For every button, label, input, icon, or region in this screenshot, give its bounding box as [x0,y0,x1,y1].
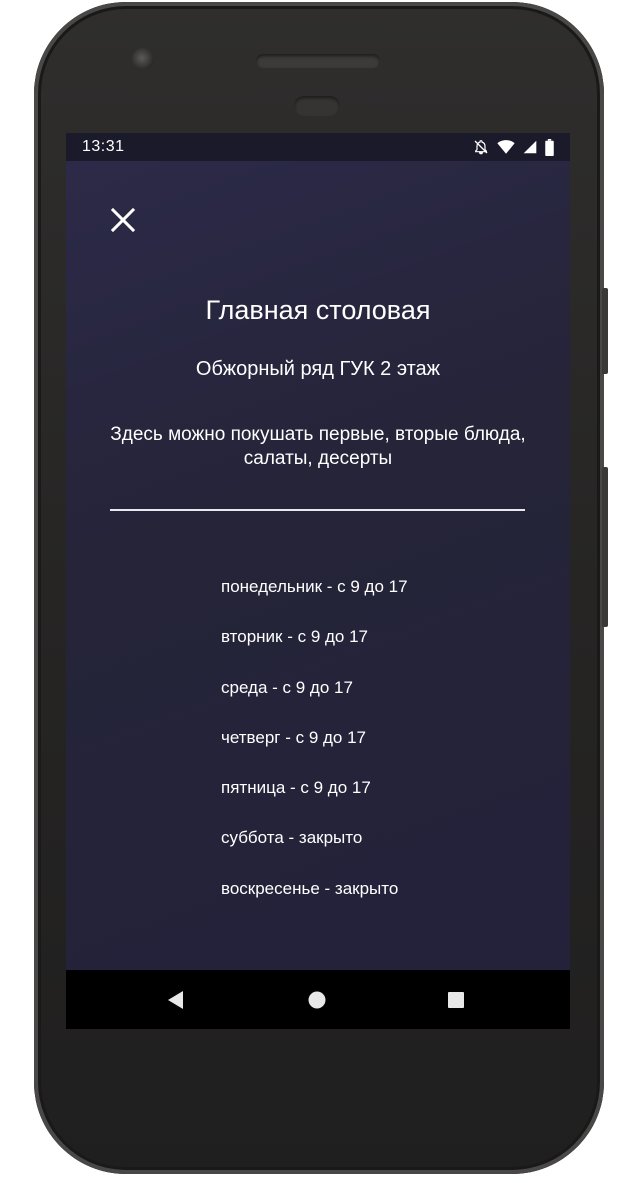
close-button[interactable] [106,203,140,237]
schedule-thursday: четверг - с 9 до 17 [221,727,366,747]
home-icon [308,991,326,1009]
screen: 13:31 Главная столовая Обжорный ряд ГУК … [66,133,570,1029]
power-button [602,288,608,374]
schedule-monday: понедельник - с 9 до 17 [221,577,408,596]
earpiece-speaker [256,54,380,68]
battery-icon [545,138,554,156]
notifications-off-icon [474,140,488,155]
cafeteria-details: Главная столовая Обжорный ряд ГУК 2 этаж… [66,161,570,970]
wifi-icon [497,140,515,154]
volume-rocker [602,467,608,627]
back-button[interactable] [164,988,188,1012]
proximity-sensor [294,96,340,116]
back-icon [168,991,183,1009]
opening-hours-list: понедельник - с 9 до 17 вторник - с 9 до… [221,575,408,927]
recents-icon [448,992,464,1008]
status-bar: 13:31 [66,133,570,161]
status-time: 13:31 [82,138,125,155]
cafeteria-location: Обжорный ряд ГУК 2 этаж [195,358,441,380]
signal-icon [523,140,537,154]
recents-button[interactable] [444,988,468,1012]
cafeteria-title: Главная столовая [205,295,431,325]
schedule-saturday: суббота - закрыто [221,828,363,848]
close-icon [110,207,136,233]
front-camera [132,48,154,70]
divider [110,509,525,511]
navigation-bar [66,970,570,1029]
schedule-sunday: воскресенье - закрыто [221,878,399,898]
schedule-tuesday: вторник - с 9 до 17 [221,627,368,647]
status-icons [473,138,554,156]
schedule-friday: пятница - с 9 до 17 [221,778,371,798]
schedule-wednesday: среда - с 9 до 17 [221,677,353,697]
cafeteria-description: Здесь можно покушать первые, вторые блюд… [110,424,526,469]
home-button[interactable] [305,988,329,1012]
